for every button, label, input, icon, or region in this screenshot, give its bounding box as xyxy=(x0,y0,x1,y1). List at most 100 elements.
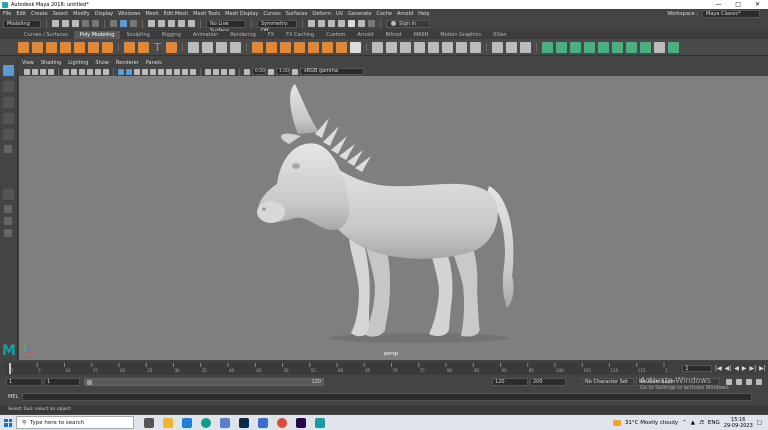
isolate-select-icon[interactable] xyxy=(205,68,211,75)
panel-menu-show[interactable]: Show xyxy=(95,60,109,66)
menu-set-dropdown[interactable]: Modeling xyxy=(3,19,41,28)
exposure-field[interactable]: 0.00 xyxy=(252,68,266,75)
volume-icon[interactable]: ♬ xyxy=(699,420,704,426)
separate-icon[interactable] xyxy=(202,41,213,53)
menu-curves[interactable]: Curves xyxy=(263,11,280,17)
ipr-render-icon[interactable] xyxy=(328,20,335,27)
chrome-icon[interactable] xyxy=(277,417,287,428)
save-scene-icon[interactable] xyxy=(72,20,79,27)
poly-disc-icon[interactable] xyxy=(102,41,113,53)
anim-prefs-icon[interactable] xyxy=(756,379,762,385)
end-time-field[interactable]: 200 xyxy=(530,378,566,386)
four-view-layout-icon[interactable] xyxy=(4,205,12,213)
select-component-icon[interactable] xyxy=(130,20,137,27)
menu-display[interactable]: Display xyxy=(95,11,113,17)
ambient-occlusion-icon[interactable] xyxy=(166,68,172,75)
playback-start-field[interactable]: 1 xyxy=(44,378,80,386)
notifications-icon[interactable]: □ xyxy=(757,420,762,426)
photoshop-icon[interactable] xyxy=(239,417,249,428)
close-button[interactable]: ✕ xyxy=(755,1,760,8)
super-shape-icon[interactable] xyxy=(138,41,149,53)
view-transform-dropdown[interactable]: sRGB gamma xyxy=(300,68,364,75)
current-time-marker[interactable] xyxy=(9,363,11,374)
combine-icon[interactable] xyxy=(188,41,199,53)
menu-file[interactable]: File xyxy=(3,11,11,17)
file-explorer-icon[interactable] xyxy=(163,417,173,428)
play-forward-button[interactable]: ▶ xyxy=(742,365,747,372)
tab-mash[interactable]: MASH xyxy=(408,31,435,39)
poly-platonic-icon[interactable] xyxy=(124,41,135,53)
start-time-field[interactable]: 1 xyxy=(6,378,42,386)
mail-icon[interactable] xyxy=(182,417,192,428)
reduce-icon[interactable] xyxy=(428,41,439,53)
xray-icon[interactable] xyxy=(213,68,219,75)
menu-mesh-tools[interactable]: Mesh Tools xyxy=(193,11,220,17)
merge-icon[interactable] xyxy=(308,41,319,53)
menu-surfaces[interactable]: Surfaces xyxy=(286,11,308,17)
smooth-icon[interactable] xyxy=(230,41,241,53)
tab-poly-modeling[interactable]: Poly Modeling xyxy=(73,31,121,39)
redo-icon[interactable] xyxy=(92,20,99,27)
tab-rigging[interactable]: Rigging xyxy=(156,31,187,39)
scale-tool-icon[interactable] xyxy=(4,145,12,153)
poly-cube-icon[interactable] xyxy=(32,41,43,53)
tab-rendering[interactable]: Rendering xyxy=(224,31,262,39)
menu-modify[interactable]: Modify xyxy=(73,11,90,17)
open-scene-icon[interactable] xyxy=(62,20,69,27)
minimize-button[interactable]: — xyxy=(715,1,721,8)
menu-help[interactable]: Help xyxy=(418,11,429,17)
uv-unfold-icon[interactable] xyxy=(640,41,651,53)
go-to-end-button[interactable]: ▶| xyxy=(759,365,766,372)
snap-grid-icon[interactable] xyxy=(148,20,155,27)
uv-sew-icon[interactable] xyxy=(626,41,637,53)
wifi-icon[interactable]: ▲ xyxy=(691,420,695,426)
menu-mesh[interactable]: Mesh xyxy=(145,11,158,17)
new-scene-icon[interactable] xyxy=(52,20,59,27)
auto-key-icon[interactable] xyxy=(736,379,742,385)
play-backward-button[interactable]: ◀ xyxy=(734,365,739,372)
target-weld-icon[interactable] xyxy=(414,41,425,53)
append-polygon-icon[interactable] xyxy=(336,41,347,53)
maximize-button[interactable]: □ xyxy=(735,1,741,8)
hypershade-icon[interactable] xyxy=(348,20,355,27)
menu-uv[interactable]: UV xyxy=(336,11,343,17)
textured-icon[interactable] xyxy=(142,68,148,75)
store-icon[interactable] xyxy=(220,417,230,428)
uv-toolkit-icon[interactable] xyxy=(668,41,679,53)
menu-cache[interactable]: Cache xyxy=(376,11,392,17)
menu-mesh-display[interactable]: Mesh Display xyxy=(225,11,258,17)
step-forward-button[interactable]: ▶| xyxy=(750,365,757,372)
uv-spherical-icon[interactable] xyxy=(570,41,581,53)
go-to-start-button[interactable]: |◀ xyxy=(715,365,722,372)
panel-menu-panels[interactable]: Panels xyxy=(146,60,162,66)
live-surface-field[interactable]: No Live Surface xyxy=(206,19,246,34)
taskbar-search[interactable]: ⚲ Type here to search xyxy=(16,416,134,429)
gate-mask-icon[interactable] xyxy=(87,68,93,75)
gamma-field[interactable]: 1.00 xyxy=(276,68,290,75)
color-management-icon[interactable] xyxy=(292,68,298,75)
grid-toggle-icon[interactable] xyxy=(63,68,69,75)
edge-icon[interactable] xyxy=(201,417,211,428)
mirror-icon[interactable] xyxy=(216,41,227,53)
character-set-dropdown[interactable]: No Character Set xyxy=(582,378,634,386)
menu-edit[interactable]: Edit xyxy=(16,11,26,17)
tray-chevron-icon[interactable]: ⌃ xyxy=(682,420,687,426)
extrude-icon[interactable] xyxy=(252,41,263,53)
triangulate-icon[interactable] xyxy=(442,41,453,53)
use-lights-icon[interactable] xyxy=(150,68,156,75)
workspace-dropdown[interactable]: Maya Classic* xyxy=(702,9,760,18)
perspective-viewport[interactable]: persp xyxy=(19,76,768,360)
anti-aliasing-icon[interactable] xyxy=(182,68,188,75)
snap-point-icon[interactable] xyxy=(168,20,175,27)
command-input[interactable] xyxy=(22,393,752,401)
pause-icon[interactable] xyxy=(368,20,375,27)
arnold-render-icon[interactable] xyxy=(358,20,365,27)
motion-blur-icon[interactable] xyxy=(174,68,180,75)
range-slider[interactable]: 1 120 xyxy=(84,378,324,386)
clock[interactable]: 15:16 29-09-2023 xyxy=(724,417,753,429)
lasso-tool-icon[interactable] xyxy=(3,81,14,92)
smooth-shade-icon[interactable] xyxy=(126,68,132,75)
uv-layout-icon[interactable] xyxy=(654,41,665,53)
poly-cone-icon[interactable] xyxy=(60,41,71,53)
tab-bifrost[interactable]: Bifrost xyxy=(380,31,408,39)
